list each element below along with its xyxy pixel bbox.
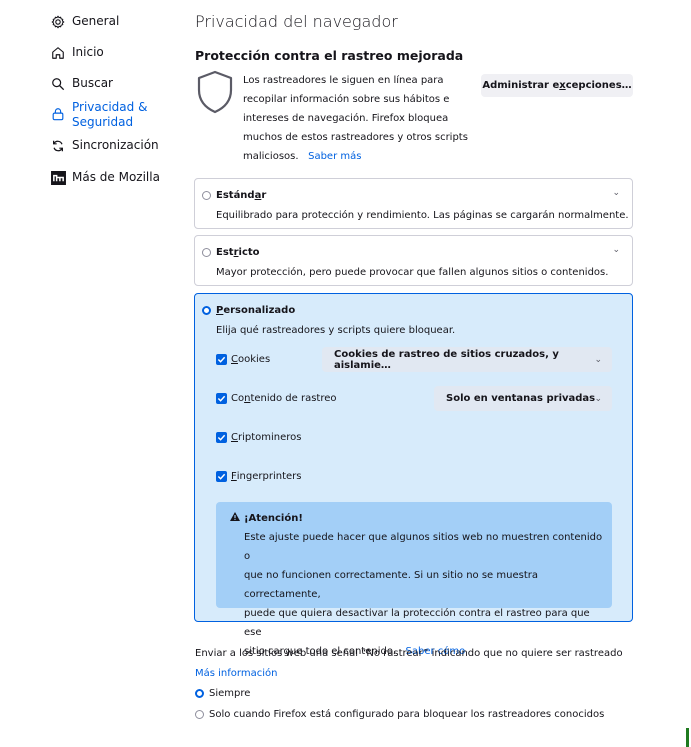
sidebar-item-privacy[interactable]: Privacidad & Seguridad	[50, 100, 147, 130]
cookies-checkbox-row[interactable]: Cookies	[216, 354, 270, 365]
cookies-checkbox[interactable]	[216, 354, 227, 365]
dnt-only-option[interactable]: Solo cuando Firefox está configurado par…	[195, 709, 604, 720]
learn-more-link[interactable]: Saber más	[308, 151, 361, 162]
tracking-content-dropdown[interactable]: Solo en ventanas privadas ⌄	[434, 386, 612, 411]
strict-option-card[interactable]: Estricto Mayor protección, pero puede pr…	[194, 235, 633, 286]
title-part: ersonalizado	[223, 305, 296, 316]
home-icon	[50, 45, 66, 61]
cookies-dropdown-value: Cookies de rastreo de sitios cruzados, y…	[334, 348, 559, 371]
manage-exceptions-label-pre: Administrar e	[482, 80, 560, 91]
sidebar-item-label: Más de Mozilla	[72, 170, 160, 184]
chevron-down-icon[interactable]: ⌄	[612, 245, 620, 255]
cryptominers-checkbox-row[interactable]: Criptomineros	[216, 432, 302, 443]
cryptominers-checkbox[interactable]	[216, 432, 227, 443]
tracking-content-checkbox-row[interactable]: Co n tenido de rastreo	[216, 393, 337, 404]
etp-section-title: Protección contra el rastreo mejorada	[195, 48, 464, 63]
sidebar-item-label-line2: Seguridad	[72, 115, 134, 129]
cookies-accesskey: C	[231, 354, 238, 365]
manage-exceptions-button[interactable]: Administrar e x cepciones…	[481, 74, 633, 97]
intro-line: muchos de estos rastreadores y otros scr…	[243, 132, 468, 143]
sidebar-item-mozilla[interactable]: Más de Mozilla	[50, 170, 160, 186]
title-part: r	[261, 190, 267, 201]
sidebar-item-sync[interactable]: Sincronización	[50, 138, 159, 154]
sidebar-item-label: General	[72, 14, 120, 28]
warning-line: que no funcionen correctamente. Si un si…	[244, 570, 538, 600]
tracking-label-pre: Co	[231, 393, 245, 404]
title-part: Estánd	[216, 190, 255, 201]
dnt-always-radio[interactable]	[195, 689, 204, 698]
dnt-only-radio[interactable]	[195, 710, 204, 719]
intro-line: maliciosos.	[243, 151, 299, 162]
dnt-description: Enviar a los sitios web una señal “No ra…	[195, 648, 623, 659]
dnt-only-label: Solo cuando Firefox está configurado par…	[209, 709, 605, 720]
strict-title: Estricto	[216, 247, 260, 258]
warning-line: puede que quiera desactivar la protecció…	[244, 608, 590, 638]
search-icon	[50, 76, 66, 92]
strict-desc: Mayor protección, pero puede provocar qu…	[216, 267, 609, 278]
mozilla-icon	[50, 170, 66, 186]
chevron-down-icon[interactable]: ⌄	[612, 188, 620, 198]
warning-title-text: ¡Atención!	[244, 512, 303, 524]
etp-intro: Los rastreadores le siguen en línea para…	[243, 71, 468, 166]
standard-title: Estándar	[216, 190, 266, 201]
custom-title: Personalizado	[216, 305, 295, 316]
dnt-always-label: Siempre	[209, 688, 251, 699]
page-title: Privacidad del navegador	[195, 12, 398, 31]
standard-radio[interactable]	[202, 191, 211, 200]
sidebar-item-label: Buscar	[72, 76, 113, 90]
window-edge-marker	[686, 728, 689, 747]
title-part: Est	[216, 247, 234, 258]
standard-option-card[interactable]: Estándar Equilibrado para protección y r…	[194, 178, 633, 229]
chevron-down-icon: ⌄	[594, 354, 602, 365]
sidebar-item-search[interactable]: Buscar	[50, 76, 113, 92]
cookies-label: ookies	[237, 354, 271, 365]
gear-icon	[50, 14, 66, 30]
fingerprinters-checkbox-row[interactable]: Fingerprinters	[216, 471, 301, 482]
custom-option-card[interactable]: Personalizado Elija qué rastreadores y s…	[194, 293, 633, 657]
tracking-label: tenido de rastreo	[250, 393, 337, 404]
custom-radio[interactable]	[202, 306, 211, 315]
dnt-more-info-link[interactable]: Más información	[195, 668, 277, 679]
lock-icon	[50, 106, 66, 122]
warning-title: ¡Atención!	[230, 512, 303, 524]
crypto-label: riptomineros	[237, 432, 302, 443]
sync-icon	[50, 138, 66, 154]
intro-line: Los rastreadores le siguen en línea para	[243, 75, 444, 86]
tracking-dropdown-value: Solo en ventanas privadas	[446, 393, 596, 404]
sidebar-item-label: Privacidad &	[72, 100, 148, 114]
intro-line: recopilar información sobre sus hábitos …	[243, 94, 450, 105]
title-part: icto	[238, 247, 260, 258]
warning-icon	[230, 512, 240, 524]
fingerprinters-checkbox[interactable]	[216, 471, 227, 482]
strict-radio[interactable]	[202, 248, 211, 257]
sidebar-item-home[interactable]: Inicio	[50, 45, 104, 61]
sidebar-item-label: Inicio	[72, 45, 104, 59]
warning-line: Este ajuste puede hacer que algunos siti…	[244, 532, 603, 562]
intro-line: intereses de navegación. Firefox bloquea	[243, 113, 449, 124]
fingerprint-label: ingerprinters	[236, 471, 302, 482]
warning-box: ¡Atención! Este ajuste puede hacer que a…	[216, 502, 612, 657]
sidebar-item-label: Sincronización	[72, 138, 159, 152]
tracking-content-checkbox[interactable]	[216, 393, 227, 404]
sidebar-item-general[interactable]: General	[50, 14, 119, 30]
custom-desc: Elija qué rastreadores y scripts quiere …	[216, 325, 456, 336]
standard-desc: Equilibrado para protección y rendimient…	[216, 210, 629, 221]
manage-exceptions-label-post: cepciones…	[565, 80, 632, 91]
crypto-accesskey: C	[231, 432, 238, 443]
dnt-always-option[interactable]: Siempre	[195, 688, 250, 699]
warning-body: Este ajuste puede hacer que algunos siti…	[244, 528, 604, 661]
cookies-dropdown[interactable]: Cookies de rastreo de sitios cruzados, y…	[322, 347, 612, 372]
chevron-down-icon: ⌄	[594, 393, 602, 404]
shield-icon	[196, 70, 234, 118]
